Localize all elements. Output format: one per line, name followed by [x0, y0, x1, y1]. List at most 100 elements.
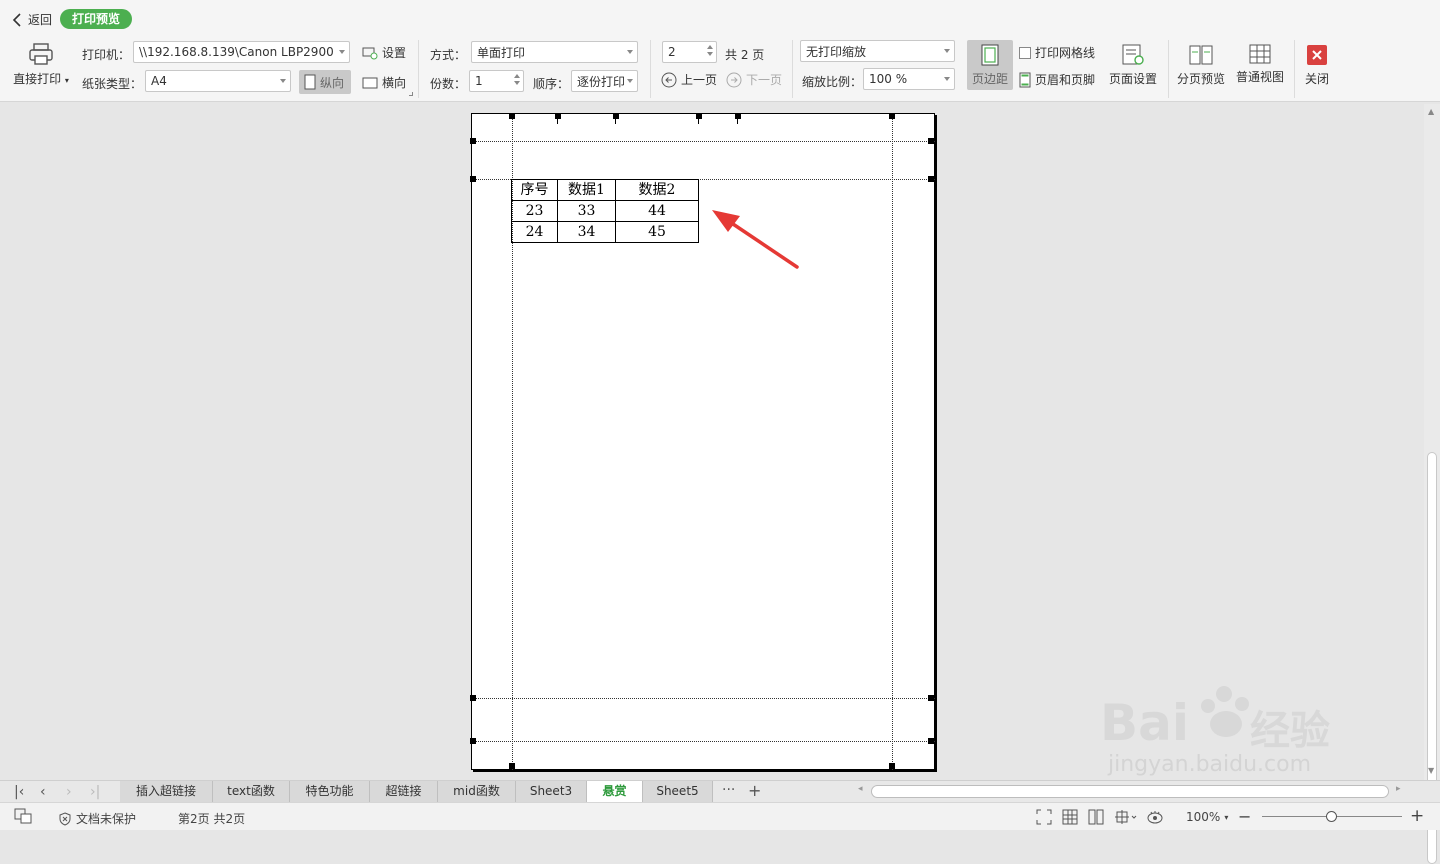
more-sheets-icon[interactable]: ···: [722, 782, 735, 798]
landscape-label: 横向: [382, 76, 407, 90]
workbook-views-icon[interactable]: [14, 808, 32, 824]
margin-handle[interactable]: [928, 738, 934, 744]
margin-handle[interactable]: [928, 695, 934, 701]
sheet-tab[interactable]: Sheet3: [516, 781, 587, 802]
page-break-preview-button[interactable]: 分页预览: [1174, 44, 1228, 87]
direct-print-label: 直接打印: [13, 72, 62, 86]
fullscreen-icon[interactable]: [1036, 809, 1052, 825]
normal-view-button[interactable]: 普通视图: [1233, 44, 1287, 85]
column-tick: [737, 118, 738, 124]
margin-handle[interactable]: [889, 113, 895, 119]
margins-button[interactable]: 页边距: [967, 40, 1013, 90]
sheet-tab[interactable]: Sheet5: [643, 781, 713, 802]
margin-handle[interactable]: [509, 763, 515, 769]
prev-page-button[interactable]: 上一页: [661, 71, 717, 88]
close-icon: [1307, 45, 1327, 65]
page-margins-icon: [981, 44, 999, 66]
column-tick: [557, 118, 558, 124]
column-handle[interactable]: [555, 113, 561, 119]
margin-handle[interactable]: [889, 763, 895, 769]
hscroll-left-icon[interactable]: ◂: [858, 784, 863, 794]
zoom-slider-knob[interactable]: [1326, 811, 1337, 822]
last-sheet-icon[interactable]: ›|: [90, 784, 100, 800]
landscape-button[interactable]: 横向: [362, 74, 406, 91]
stepper-arrows-icon[interactable]: [514, 74, 520, 85]
margin-handle[interactable]: [509, 113, 515, 119]
next-page-button[interactable]: 下一页: [726, 71, 782, 88]
scroll-up-icon[interactable]: ▲: [1428, 107, 1434, 116]
margin-handle[interactable]: [470, 138, 476, 144]
page-number-stepper[interactable]: 2: [662, 41, 717, 63]
paper-select[interactable]: A4: [145, 70, 291, 92]
scroll-down-icon[interactable]: ▼: [1428, 766, 1434, 775]
order-select[interactable]: 逐份打印: [571, 70, 638, 92]
sheet-tab[interactable]: text函数: [213, 781, 290, 802]
landscape-icon: [362, 77, 378, 88]
sheet-tab[interactable]: 特色功能: [290, 781, 370, 802]
direct-print-button[interactable]: 直接打印 ▾: [10, 42, 72, 87]
status-bar: 文档未保护 第2页 共2页 100% ▾ − +: [0, 802, 1440, 830]
next-sheet-icon[interactable]: ›: [66, 784, 72, 800]
dropdown-caret-icon: ▾: [64, 76, 69, 85]
page-break-status-icon[interactable]: [1088, 809, 1104, 825]
sheet-data-table: 序号 数据1 数据2 23 33 44 24 34 45: [511, 179, 699, 243]
normal-view-status-icon[interactable]: [1062, 809, 1078, 825]
sheet-tab-active[interactable]: 悬赏: [587, 781, 643, 802]
sheet-tab[interactable]: mid函数: [438, 781, 516, 802]
close-preview-button[interactable]: 关闭: [1300, 44, 1334, 87]
back-button[interactable]: 返回: [12, 11, 52, 28]
prev-sheet-icon[interactable]: ‹: [40, 784, 46, 800]
first-sheet-icon[interactable]: |‹: [14, 784, 24, 800]
print-gridlines-checkbox[interactable]: 打印网格线: [1019, 44, 1095, 61]
document-protection-status[interactable]: 文档未保护: [58, 810, 136, 827]
scale-ratio-select[interactable]: 100 %: [863, 68, 955, 90]
scale-mode-value: 无打印缩放: [806, 44, 867, 59]
header-margin-guide[interactable]: [471, 141, 935, 142]
horizontal-scrollbar[interactable]: [871, 785, 1389, 798]
margin-handle[interactable]: [928, 176, 934, 182]
header-footer-button[interactable]: 页眉和页脚: [1019, 71, 1095, 88]
group-expand-icon[interactable]: [409, 92, 413, 96]
footer-margin-guide[interactable]: [471, 741, 935, 742]
printer-icon: [29, 43, 53, 65]
printer-value: \\192.168.8.139\Canon LBP2900: [139, 45, 334, 59]
column-handle[interactable]: [696, 113, 702, 119]
margin-handle[interactable]: [470, 176, 476, 182]
zoom-in-icon[interactable]: +: [1410, 806, 1424, 826]
hscroll-right-icon[interactable]: ▸: [1396, 784, 1401, 794]
separator: [1168, 40, 1169, 98]
page-setup-button[interactable]: 页面设置: [1104, 44, 1162, 87]
bottom-margin-guide[interactable]: [471, 698, 935, 699]
right-margin-guide[interactable]: [892, 113, 893, 770]
page-break-preview-icon: [1189, 45, 1213, 65]
zoom-select[interactable]: 100% ▾: [1186, 810, 1228, 824]
copies-stepper[interactable]: 1: [469, 70, 524, 92]
stepper-arrows-icon[interactable]: [707, 45, 713, 56]
method-select[interactable]: 单面打印: [471, 41, 638, 63]
separator: [1294, 40, 1295, 98]
printer-settings-button[interactable]: 设置: [362, 44, 406, 61]
margin-handle[interactable]: [470, 695, 476, 701]
margin-handle[interactable]: [470, 738, 476, 744]
reading-layout-icon[interactable]: [1114, 809, 1138, 825]
sheet-tab[interactable]: 插入超链接: [120, 781, 213, 802]
add-sheet-icon[interactable]: +: [748, 781, 761, 800]
portrait-button[interactable]: 纵向: [299, 70, 351, 94]
printer-select[interactable]: \\192.168.8.139\Canon LBP2900: [133, 41, 350, 63]
column-handle[interactable]: [613, 113, 619, 119]
column-tick: [615, 118, 616, 124]
column-handle[interactable]: [735, 113, 741, 119]
zoom-out-icon[interactable]: −: [1238, 807, 1251, 826]
portrait-label: 纵向: [320, 75, 345, 90]
eye-protection-icon[interactable]: [1146, 809, 1164, 825]
separator: [792, 40, 793, 98]
portrait-icon: [304, 74, 316, 90]
sheet-tab[interactable]: 超链接: [370, 781, 438, 802]
sheet-tab-bar: |‹ ‹ › ›| 插入超链接 text函数 特色功能 超链接 mid函数 Sh…: [0, 780, 1440, 802]
margin-handle[interactable]: [928, 138, 934, 144]
paper-label: 纸张类型：: [82, 77, 143, 91]
chevron-left-icon: [12, 12, 21, 27]
dropdown-caret-icon: [280, 79, 286, 83]
vertical-scrollbar[interactable]: ▲ ▼: [1424, 104, 1440, 864]
scale-mode-select[interactable]: 无打印缩放: [800, 40, 955, 62]
